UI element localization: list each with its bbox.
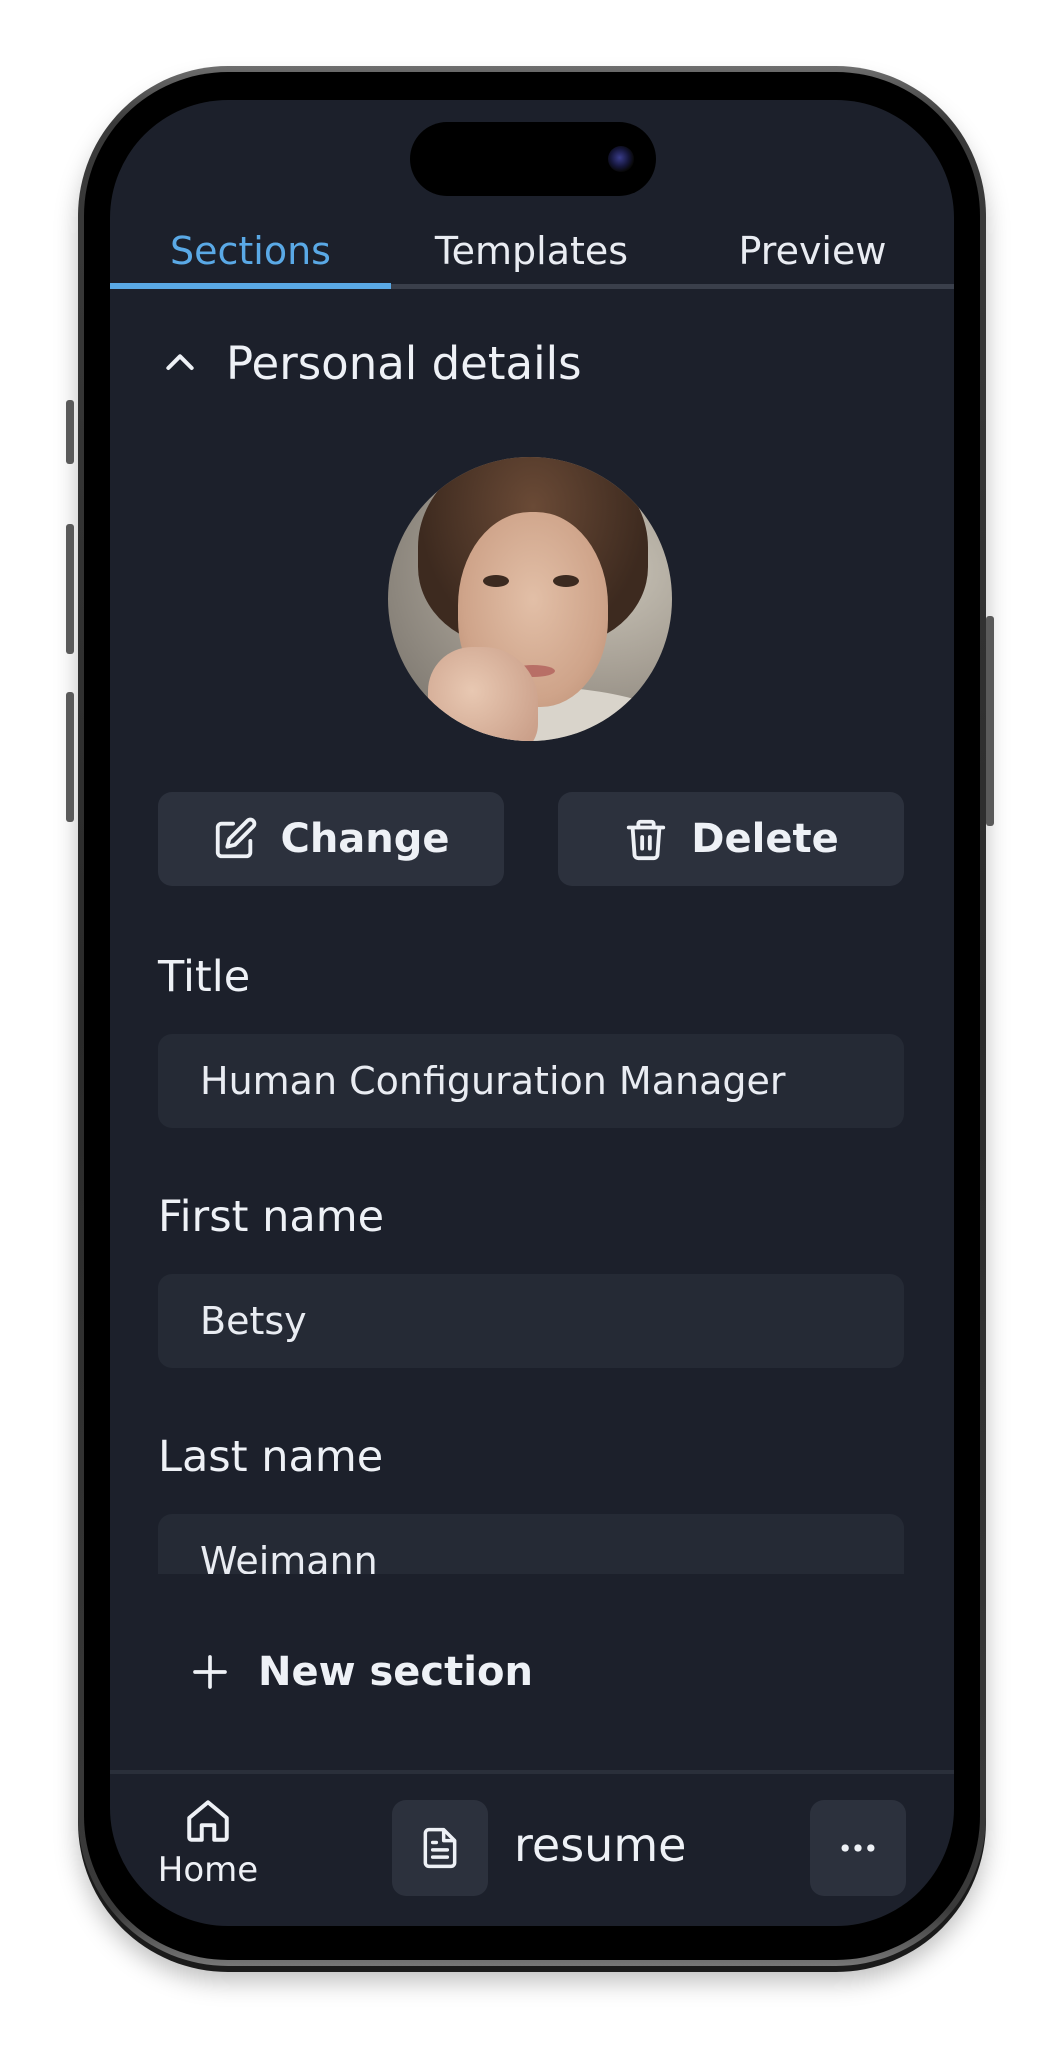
first-name-label: First name	[158, 1192, 385, 1242]
section-header-personal-details[interactable]: Personal details	[160, 326, 582, 400]
tab-active-indicator	[110, 283, 391, 289]
more-horizontal-icon	[841, 1844, 875, 1852]
edit-icon	[216, 817, 257, 859]
home-icon	[187, 1800, 229, 1842]
document-icon	[423, 1827, 457, 1869]
chevron-up-icon	[166, 354, 194, 370]
more-options-button[interactable]	[810, 1800, 906, 1896]
trash-icon	[627, 819, 666, 861]
tab-templates[interactable]: Templates	[391, 216, 672, 286]
tab-preview[interactable]: Preview	[672, 216, 953, 286]
home-label: Home	[157, 1850, 259, 1890]
new-section-button[interactable]: New section	[190, 1640, 533, 1704]
bottom-bar-divider	[110, 1770, 954, 1774]
tab-bar: Sections Templates Preview	[110, 216, 954, 290]
last-name-input[interactable]	[158, 1514, 904, 1574]
last-name-label: Last name	[158, 1432, 384, 1482]
scroll-content[interactable]: Sections Templates Preview Personal deta…	[110, 100, 954, 1574]
volume-down-button	[66, 692, 74, 822]
document-name: resume	[514, 1818, 687, 1872]
tab-sections[interactable]: Sections	[110, 216, 391, 286]
avatar	[388, 457, 672, 741]
power-button	[986, 616, 994, 826]
app-screen: Sections Templates Preview Personal deta…	[110, 100, 954, 1926]
volume-up-button	[66, 524, 74, 654]
title-label: Title	[158, 952, 251, 1002]
document-button[interactable]	[392, 1800, 488, 1896]
delete-label: Delete	[691, 816, 839, 862]
first-name-input[interactable]	[158, 1274, 904, 1368]
change-label: Change	[280, 816, 450, 862]
change-photo-button[interactable]: Change	[158, 792, 504, 886]
action-button	[66, 400, 74, 464]
title-input[interactable]	[158, 1034, 904, 1128]
plus-icon	[193, 1655, 227, 1689]
delete-photo-button[interactable]: Delete	[558, 792, 904, 886]
section-title: Personal details	[226, 336, 582, 390]
home-button[interactable]: Home	[152, 1790, 264, 1900]
new-section-label: New section	[258, 1649, 533, 1695]
